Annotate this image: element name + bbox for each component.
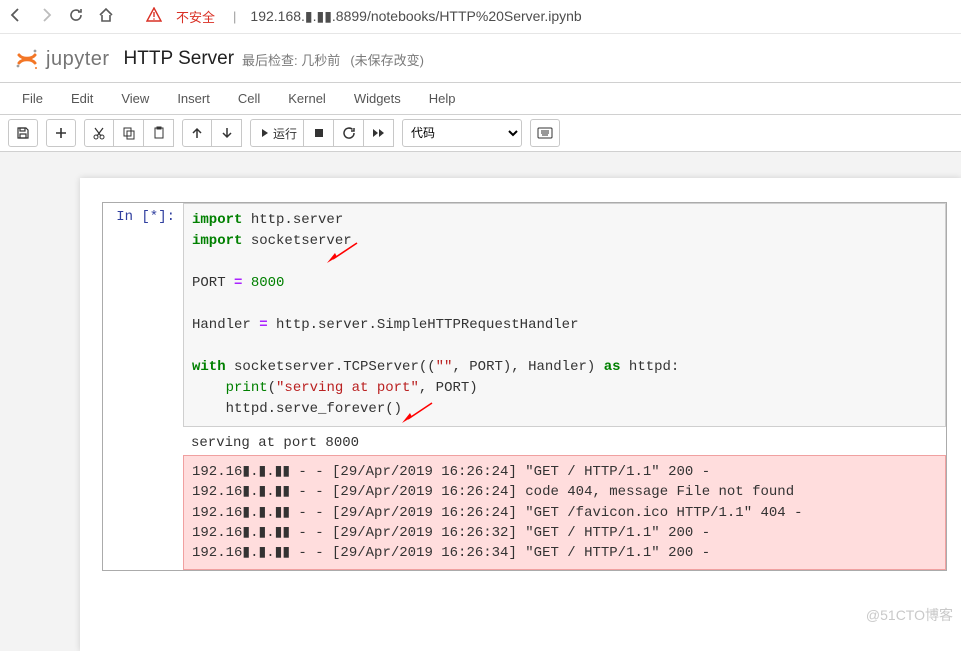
menu-help[interactable]: Help bbox=[415, 83, 470, 114]
fast-forward-icon bbox=[372, 127, 386, 139]
notebook-container: In [*]: import http.server import socket… bbox=[80, 178, 961, 651]
celltype-select[interactable]: 代码 bbox=[402, 119, 522, 147]
nav-reload-icon[interactable] bbox=[68, 7, 84, 26]
insert-cell-button[interactable] bbox=[46, 119, 76, 147]
menu-insert[interactable]: Insert bbox=[163, 83, 224, 114]
insecure-warning-icon bbox=[146, 7, 162, 26]
toolbar: 运行 代码 bbox=[0, 115, 961, 152]
run-button[interactable]: 运行 bbox=[250, 119, 304, 147]
move-up-button[interactable] bbox=[182, 119, 212, 147]
address-bar-url[interactable]: 192.168.▮.▮▮.8899/notebooks/HTTP%20Serve… bbox=[250, 8, 581, 25]
restart-button[interactable] bbox=[334, 119, 364, 147]
jupyter-logo[interactable]: jupyter bbox=[14, 46, 110, 72]
nav-forward-icon bbox=[38, 7, 54, 26]
restart-icon bbox=[342, 126, 356, 140]
watermark: @51CTO博客 bbox=[866, 605, 953, 625]
jupyter-brand-text: jupyter bbox=[46, 48, 110, 71]
nav-back-icon[interactable] bbox=[8, 7, 24, 26]
code-area: import http.server import socketserver P… bbox=[183, 203, 946, 570]
save-icon bbox=[16, 126, 30, 140]
save-button[interactable] bbox=[8, 119, 38, 147]
browser-chrome: 不安全 | 192.168.▮.▮▮.8899/notebooks/HTTP%2… bbox=[0, 0, 961, 34]
command-palette-button[interactable] bbox=[530, 119, 560, 147]
annotation-arrow-port bbox=[327, 241, 359, 266]
paste-button[interactable] bbox=[144, 119, 174, 147]
notebook-title[interactable]: HTTP Server bbox=[124, 48, 235, 70]
menu-kernel[interactable]: Kernel bbox=[274, 83, 340, 114]
interrupt-button[interactable] bbox=[304, 119, 334, 147]
keyboard-icon bbox=[537, 127, 553, 139]
stderr-output: 192.16▮.▮.▮▮ - - [29/Apr/2019 16:26:24] … bbox=[183, 455, 946, 570]
jupyter-logo-icon bbox=[14, 46, 40, 72]
paste-icon bbox=[152, 126, 166, 140]
stop-icon bbox=[313, 127, 325, 139]
plus-icon bbox=[55, 127, 67, 139]
annotation-arrow-output bbox=[402, 401, 434, 426]
restart-run-all-button[interactable] bbox=[364, 119, 394, 147]
menu-file[interactable]: File bbox=[8, 83, 57, 114]
menu-edit[interactable]: Edit bbox=[57, 83, 107, 114]
arrow-up-icon bbox=[191, 127, 203, 139]
copy-icon bbox=[122, 126, 136, 140]
url-separator: | bbox=[233, 9, 236, 24]
menubar: File Edit View Insert Cell Kernel Widget… bbox=[0, 82, 961, 115]
jupyter-header: jupyter HTTP Server 最后检查: 几秒前 (未保存改变) bbox=[0, 34, 961, 78]
menu-view[interactable]: View bbox=[107, 83, 163, 114]
unsaved-status: (未保存改变) bbox=[350, 50, 424, 69]
input-prompt: In [*]: bbox=[103, 203, 183, 570]
run-button-label: 运行 bbox=[273, 125, 297, 142]
checkpoint-label: 最后检查: 几秒前 bbox=[242, 50, 340, 69]
page-container: jupyter HTTP Server 最后检查: 几秒前 (未保存改变) Fi… bbox=[0, 34, 961, 651]
move-down-button[interactable] bbox=[212, 119, 242, 147]
nav-home-icon[interactable] bbox=[98, 7, 114, 26]
run-icon bbox=[257, 127, 269, 139]
copy-button[interactable] bbox=[114, 119, 144, 147]
notebook-scroll-area[interactable]: In [*]: import http.server import socket… bbox=[0, 152, 961, 651]
menu-cell[interactable]: Cell bbox=[224, 83, 274, 114]
scissors-icon bbox=[92, 126, 106, 140]
insecure-label: 不安全 bbox=[176, 7, 215, 26]
stdout-output: serving at port 8000 bbox=[183, 427, 946, 455]
cut-button[interactable] bbox=[84, 119, 114, 147]
code-cell[interactable]: In [*]: import http.server import socket… bbox=[102, 202, 947, 571]
arrow-down-icon bbox=[221, 127, 233, 139]
code-input[interactable]: import http.server import socketserver P… bbox=[183, 203, 946, 427]
menu-widgets[interactable]: Widgets bbox=[340, 83, 415, 114]
